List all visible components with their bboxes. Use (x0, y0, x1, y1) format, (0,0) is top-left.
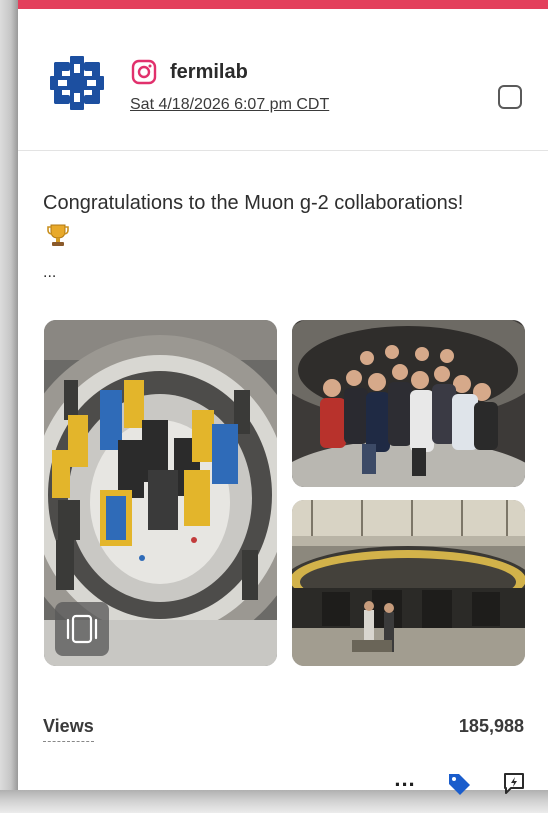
carousel-icon (55, 602, 109, 656)
more-options-button[interactable]: ... (390, 768, 420, 795)
window-shadow-left (0, 0, 18, 813)
post-caption: Congratulations to the Muon g-2 collabor… (43, 185, 483, 259)
instagram-icon (131, 59, 157, 85)
trophy-icon (47, 223, 69, 259)
tag-icon[interactable] (446, 771, 472, 797)
experiment-hall-photo[interactable] (292, 500, 525, 666)
select-post-checkbox[interactable] (498, 85, 522, 109)
reply-icon[interactable] (501, 770, 527, 796)
caption-more[interactable]: ... (43, 263, 56, 283)
views-label[interactable]: Views (43, 715, 94, 742)
post-date-link[interactable]: Sat 4/18/2026 6:07 pm CDT (130, 95, 329, 115)
caption-text: Congratulations to the Muon g-2 collabor… (43, 192, 464, 214)
fermilab-logo (50, 56, 104, 110)
group-photo[interactable] (292, 320, 525, 487)
post-header: fermilab Sat 4/18/2026 6:07 pm CDT (18, 9, 548, 151)
views-value: 185,988 (458, 716, 524, 736)
post-card: fermilab Sat 4/18/2026 6:07 pm CDT Congr… (18, 0, 548, 795)
account-name[interactable]: fermilab (170, 59, 248, 85)
